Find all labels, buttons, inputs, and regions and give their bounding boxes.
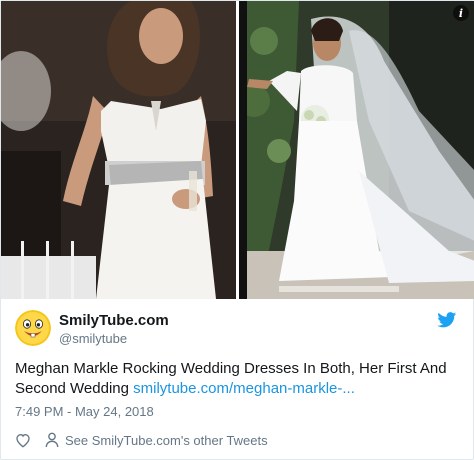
account-handle[interactable]: @smilytube [59, 331, 127, 346]
tweet-text: Meghan Markle Rocking Wedding Dresses In… [15, 359, 455, 399]
person-icon[interactable] [45, 432, 59, 448]
account-name[interactable]: SmilyTube.com [59, 312, 169, 329]
smiley-avatar-icon [15, 310, 51, 346]
see-other-tweets-link[interactable]: See SmilyTube.com's other Tweets [65, 433, 268, 448]
tweet-header: SmilyTube.com @smilytube [15, 310, 459, 350]
embedded-tweet-card: i SmilyTube.com @smilytube Meghan Markle… [0, 0, 474, 460]
photo-first-wedding[interactable] [1, 1, 236, 299]
photo-second-wedding[interactable] [239, 1, 474, 299]
twitter-bird-icon[interactable] [437, 312, 457, 328]
tweet-timestamp[interactable]: 7:49 PM - May 24, 2018 [15, 404, 154, 419]
tweet-media[interactable]: i [1, 1, 474, 299]
info-icon[interactable]: i [453, 5, 469, 21]
heart-icon[interactable] [15, 432, 31, 448]
tweet-actions: See SmilyTube.com's other Tweets [15, 431, 268, 449]
avatar[interactable] [15, 310, 51, 346]
tweet-link[interactable]: smilytube.com/meghan-markle-... [133, 380, 355, 397]
